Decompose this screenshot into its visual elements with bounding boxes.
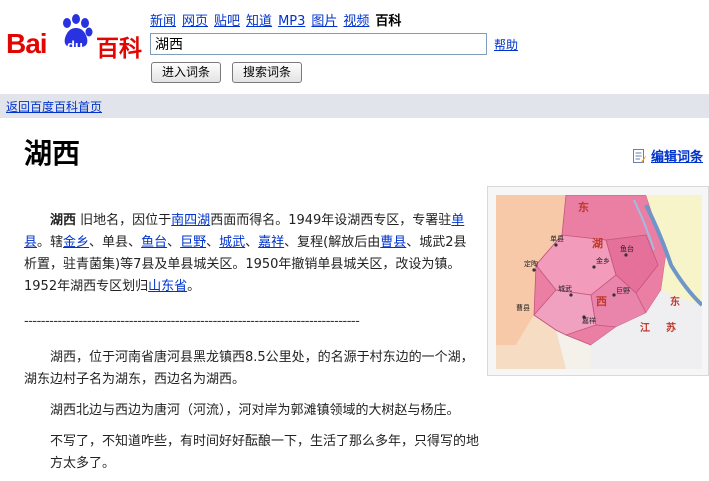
edit-entry-link[interactable]: 编辑词条	[633, 146, 703, 165]
text-run: 、	[245, 235, 259, 250]
map-label: 城武	[558, 284, 572, 293]
breadcrumb-bar: 返回百度百科首页	[0, 94, 709, 118]
map-label: 鱼台	[620, 244, 634, 253]
map-label: 东	[670, 295, 680, 308]
logo-baike-text: 百科	[96, 36, 142, 62]
link-chengwu[interactable]: 城武	[219, 235, 245, 250]
text-run: 、复程(解放后由	[284, 235, 381, 250]
text-run: 。辖	[37, 235, 64, 250]
link-caoxian[interactable]: 曹县	[380, 235, 406, 250]
map-label: 湖	[592, 236, 603, 250]
map-label: 单县	[550, 234, 564, 243]
nav-active-baike: 百科	[375, 14, 402, 29]
map-label: 西	[596, 295, 607, 308]
nav-link-video[interactable]: 视频	[343, 14, 369, 29]
back-to-home-link[interactable]: 返回百度百科首页	[6, 98, 102, 115]
text-run: 。	[187, 279, 201, 294]
map-label: 嘉祥	[582, 316, 596, 325]
top-nav: 新闻 网页 贴吧 知道 MP3 图片 视频 百科	[150, 10, 401, 29]
link-shandong[interactable]: 山东省	[148, 279, 187, 294]
nav-link-news[interactable]: 新闻	[150, 14, 176, 29]
article-body: 湖西 旧地名，因位于南四湖西面而得名。1949年设湖西专区，专署驻单县。辖金乡、…	[24, 210, 479, 475]
text-run: 旧地名，因位于	[80, 213, 172, 228]
logo-du-text: du	[67, 38, 83, 53]
nav-link-images[interactable]: 图片	[311, 14, 337, 29]
search-entry-button[interactable]: 搜索词条	[232, 62, 302, 83]
region-map: 东 湖 西 东 江 苏 单县 定陶 城武 鱼台 巨野 嘉祥 金乡 曹县	[496, 195, 702, 369]
link-jinxiang[interactable]: 金乡	[63, 235, 89, 250]
edit-document-icon	[633, 149, 646, 163]
search-input[interactable]	[150, 33, 487, 55]
link-jiaxiang[interactable]: 嘉祥	[258, 235, 284, 250]
term-name: 湖西	[50, 213, 77, 228]
map-label: 东	[578, 200, 589, 214]
logo-bai-text: Bai	[6, 28, 48, 59]
link-yutai[interactable]: 鱼台	[141, 235, 167, 250]
nav-link-web[interactable]: 网页	[182, 14, 208, 29]
map-label: 巨野	[616, 287, 630, 295]
help-link[interactable]: 帮助	[494, 36, 518, 53]
article-paragraph: 不写了，不知道咋些，有时间好好酝酿一下，生活了那么多年，只得写的地方太多了。	[50, 434, 480, 471]
map-label: 江	[640, 321, 650, 334]
nav-link-tieba[interactable]: 贴吧	[214, 14, 240, 29]
nav-link-mp3[interactable]: MP3	[278, 14, 305, 29]
article-paragraph: 湖西，位于河南省唐河县黑龙镇西8.5公里处，的名源于村东边的一个湖，湖东边村子名…	[24, 350, 474, 387]
map-label: 曹县	[516, 303, 530, 312]
link-juye[interactable]: 巨野	[180, 235, 206, 250]
text-run: 、单县、	[89, 235, 142, 250]
text-run: 、	[167, 235, 181, 250]
link-nansihu[interactable]: 南四湖	[171, 213, 210, 228]
page-title: 湖西	[24, 137, 81, 170]
enter-entry-button[interactable]: 进入词条	[151, 62, 221, 83]
map-label: 定陶	[524, 259, 538, 268]
map-label: 苏	[666, 321, 676, 334]
text-run: 、	[206, 235, 220, 250]
article-paragraph: 湖西北边与西边为唐河（河流），河对岸为郭滩镇领域的大树赵与杨庄。	[50, 403, 460, 418]
separator-line: ----------------------------------------…	[24, 314, 360, 329]
map-image[interactable]: 东 湖 西 东 江 苏 单县 定陶 城武 鱼台 巨野 嘉祥 金乡 曹县	[487, 186, 709, 376]
baidu-logo[interactable]: Bai du 百科	[6, 8, 142, 62]
text-run: 西面而得名。1949年设湖西专区，专署驻	[210, 213, 452, 228]
nav-link-zhidao[interactable]: 知道	[246, 14, 272, 29]
map-label: 金乡	[596, 256, 610, 265]
edit-entry-label: 编辑词条	[651, 150, 704, 165]
article-paragraph: 湖西 旧地名，因位于南四湖西面而得名。1949年设湖西专区，专署驻单县。辖金乡、…	[24, 210, 479, 298]
